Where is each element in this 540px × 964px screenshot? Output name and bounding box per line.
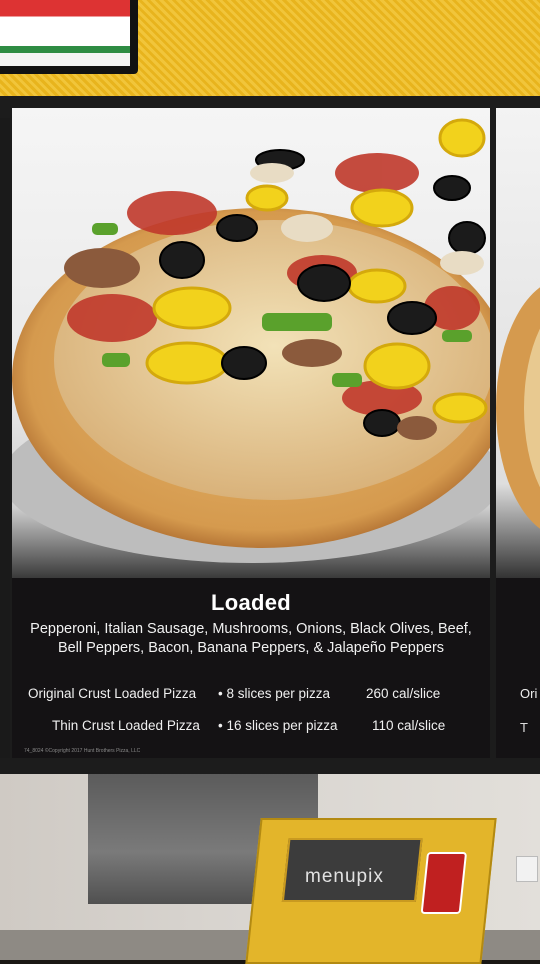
- next-panel-row-1: Ori: [520, 686, 538, 701]
- fine-print: 74_8024 ©Copyright 2017 Hunt Brothers Pi…: [24, 748, 141, 754]
- toppings-line-2: Bell Peppers, Bacon, Banana Peppers, & J…: [57, 640, 445, 656]
- menu-panel-next: Ori T: [496, 108, 540, 758]
- row-thin-slices: • 16 slices per pizza: [218, 718, 338, 733]
- pizza-box: [245, 818, 497, 964]
- menu-panel-loaded: Loaded Pepperoni, Italian Sausage, Mushr…: [12, 108, 490, 758]
- pizza-title: Loaded: [210, 590, 292, 615]
- row-original-slices: • 8 slices per pizza: [218, 686, 331, 701]
- next-pizza-photo: [496, 108, 540, 578]
- menu-info: Loaded Pepperoni, Italian Sausage, Mushr…: [12, 578, 490, 758]
- row-thin-calories: 110 cal/slice: [372, 718, 446, 733]
- row-original-calories: 260 cal/slice: [366, 686, 441, 701]
- row-original-name: Original Crust Loaded Pizza: [28, 686, 197, 701]
- pizza-image: [12, 118, 490, 563]
- small-tv-screen: [0, 0, 130, 66]
- small-tv: [0, 0, 138, 74]
- wall-outlet: [516, 856, 538, 882]
- row-thin-name: Thin Crust Loaded Pizza: [52, 718, 200, 733]
- left-panel-edge: [0, 118, 10, 758]
- pizza-photo: [12, 108, 490, 578]
- next-panel-row-2: T: [520, 720, 528, 735]
- toppings-line-1: Pepperoni, Italian Sausage, Mushrooms, O…: [30, 621, 472, 637]
- watermark: menupix: [305, 866, 384, 887]
- pizza-box-logo: [420, 852, 468, 914]
- toppings-description: Pepperoni, Italian Sausage, Mushrooms, O…: [22, 620, 480, 658]
- next-pizza-image: [496, 287, 540, 529]
